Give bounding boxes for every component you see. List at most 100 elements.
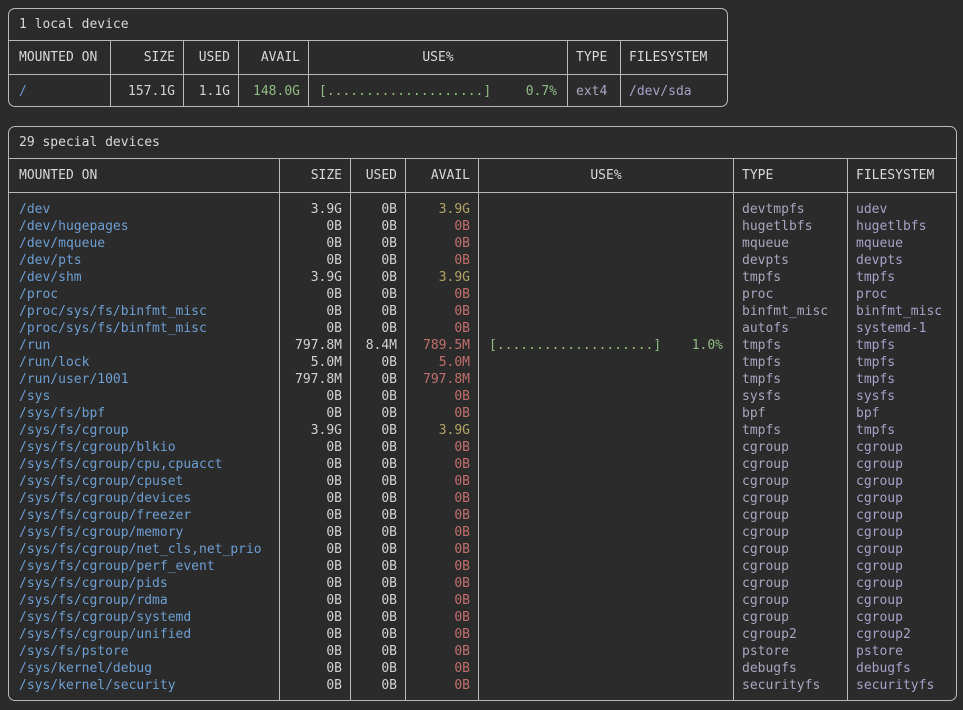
avail-cell: 5.0M xyxy=(406,354,478,371)
column-header-use: USE% xyxy=(479,159,733,193)
filesystem-cell: cgroup xyxy=(848,456,956,473)
column-body-used: 1.1G xyxy=(184,75,238,106)
column-filesystem: FILESYSTEM/dev/sda xyxy=(620,41,727,106)
mount-point-cell: /sys/kernel/debug xyxy=(9,660,279,677)
special-devices-table-grid: MOUNTED ON/dev/dev/hugepages/dev/mqueue/… xyxy=(9,159,956,700)
type-cell: cgroup2 xyxy=(734,626,847,643)
column-header-type: TYPE xyxy=(734,159,847,193)
used-cell: 0B xyxy=(351,643,405,660)
used-cell: 0B xyxy=(351,303,405,320)
use-percent-cell xyxy=(479,252,733,269)
type-cell: autofs xyxy=(734,320,847,337)
size-cell: 797.8M xyxy=(280,371,350,388)
used-cell: 0B xyxy=(351,626,405,643)
size-cell: 0B xyxy=(280,507,350,524)
use-percent-cell xyxy=(479,592,733,609)
type-cell: binfmt_misc xyxy=(734,303,847,320)
column-body-type: devtmpfshugetlbfsmqueuedevptstmpfsprocbi… xyxy=(734,193,847,700)
mount-point-cell: /sys/fs/cgroup/perf_event xyxy=(9,558,279,575)
column-header-avail: AVAIL xyxy=(239,41,308,75)
column-avail: AVAIL 148.0G xyxy=(238,41,308,106)
column-body-filesystem: udevhugetlbfsmqueuedevptstmpfsprocbinfmt… xyxy=(848,193,956,700)
mount-point-cell: /sys/fs/cgroup/blkio xyxy=(9,439,279,456)
type-cell: cgroup xyxy=(734,575,847,592)
type-cell: cgroup xyxy=(734,541,847,558)
mount-point-cell: /sys/fs/cgroup/net_cls,net_prio xyxy=(9,541,279,558)
column-header-use: USE% xyxy=(309,41,567,75)
use-percent-cell xyxy=(479,575,733,592)
use-percent-cell xyxy=(479,626,733,643)
column-used: USED1.1G xyxy=(183,41,238,106)
filesystem-cell: cgroup xyxy=(848,558,956,575)
used-cell: 0B xyxy=(351,286,405,303)
type-cell: cgroup xyxy=(734,609,847,626)
mount-point-cell: / xyxy=(9,83,110,100)
mount-point-cell: /sys/fs/pstore xyxy=(9,643,279,660)
column-mounted_on: MOUNTED ON/ xyxy=(9,41,110,106)
size-cell: 0B xyxy=(280,303,350,320)
use-percent-cell xyxy=(479,490,733,507)
column-header-mounted_on: MOUNTED ON xyxy=(9,159,279,193)
type-cell: tmpfs xyxy=(734,354,847,371)
filesystem-cell: tmpfs xyxy=(848,337,956,354)
use-percent-cell xyxy=(479,354,733,371)
filesystem-cell: proc xyxy=(848,286,956,303)
type-cell: tmpfs xyxy=(734,337,847,354)
filesystem-cell: bpf xyxy=(848,405,956,422)
size-cell: 3.9G xyxy=(280,201,350,218)
size-cell: 0B xyxy=(280,473,350,490)
mount-point-cell: /dev/pts xyxy=(9,252,279,269)
terminal-output: 1 local device MOUNTED ON/SIZE157.1GUSED… xyxy=(0,0,963,709)
filesystem-cell: cgroup2 xyxy=(848,626,956,643)
used-cell: 0B xyxy=(351,677,405,694)
mount-point-cell: /sys/fs/cgroup/pids xyxy=(9,575,279,592)
use-percent-cell xyxy=(479,439,733,456)
usage-percent: 1.0% xyxy=(692,337,723,354)
avail-cell: 0B xyxy=(406,524,478,541)
column-body-size: 3.9G0B0B0B3.9G0B0B0B797.8M5.0M797.8M0B0B… xyxy=(280,193,350,700)
filesystem-cell: udev xyxy=(848,201,956,218)
used-cell: 0B xyxy=(351,541,405,558)
size-cell: 0B xyxy=(280,320,350,337)
type-cell: cgroup xyxy=(734,558,847,575)
column-type: TYPEdevtmpfshugetlbfsmqueuedevptstmpfspr… xyxy=(733,159,847,700)
type-cell: cgroup xyxy=(734,490,847,507)
mount-point-cell: /proc/sys/fs/binfmt_misc xyxy=(9,320,279,337)
filesystem-cell: cgroup xyxy=(848,524,956,541)
column-body-avail: 3.9G0B0B0B3.9G0B0B0B789.5M5.0M797.8M0B0B… xyxy=(406,193,478,700)
avail-cell: 0B xyxy=(406,405,478,422)
avail-cell: 0B xyxy=(406,558,478,575)
filesystem-cell: cgroup xyxy=(848,592,956,609)
use-percent-cell xyxy=(479,405,733,422)
special-devices-table: 29 special devices MOUNTED ON/dev/dev/hu… xyxy=(8,126,957,701)
column-size: SIZE157.1G xyxy=(110,41,183,106)
size-cell: 0B xyxy=(280,388,350,405)
special-devices-table-title: 29 special devices xyxy=(9,127,956,159)
column-size: SIZE3.9G0B0B0B3.9G0B0B0B797.8M5.0M797.8M… xyxy=(279,159,350,700)
used-cell: 0B xyxy=(351,388,405,405)
use-percent-cell xyxy=(479,201,733,218)
avail-cell: 148.0G xyxy=(239,83,308,100)
use-percent-cell xyxy=(479,473,733,490)
filesystem-cell: tmpfs xyxy=(848,354,956,371)
filesystem-cell: cgroup xyxy=(848,490,956,507)
used-cell: 0B xyxy=(351,592,405,609)
avail-cell: 3.9G xyxy=(406,269,478,286)
size-cell: 3.9G xyxy=(280,269,350,286)
type-cell: tmpfs xyxy=(734,269,847,286)
use-percent-cell xyxy=(479,524,733,541)
used-cell: 0B xyxy=(351,371,405,388)
mount-point-cell: /sys/fs/cgroup/memory xyxy=(9,524,279,541)
used-cell: 0B xyxy=(351,405,405,422)
local-devices-table: 1 local device MOUNTED ON/SIZE157.1GUSED… xyxy=(8,8,728,107)
used-cell: 0B xyxy=(351,252,405,269)
type-cell: tmpfs xyxy=(734,422,847,439)
local-devices-table-title: 1 local device xyxy=(9,9,727,41)
size-cell: 0B xyxy=(280,592,350,609)
used-cell: 0B xyxy=(351,422,405,439)
size-cell: 0B xyxy=(280,575,350,592)
use-percent-cell xyxy=(479,507,733,524)
use-percent-cell: [....................]1.0% xyxy=(479,337,733,354)
used-cell: 0B xyxy=(351,575,405,592)
column-header-avail: AVAIL xyxy=(406,159,478,193)
